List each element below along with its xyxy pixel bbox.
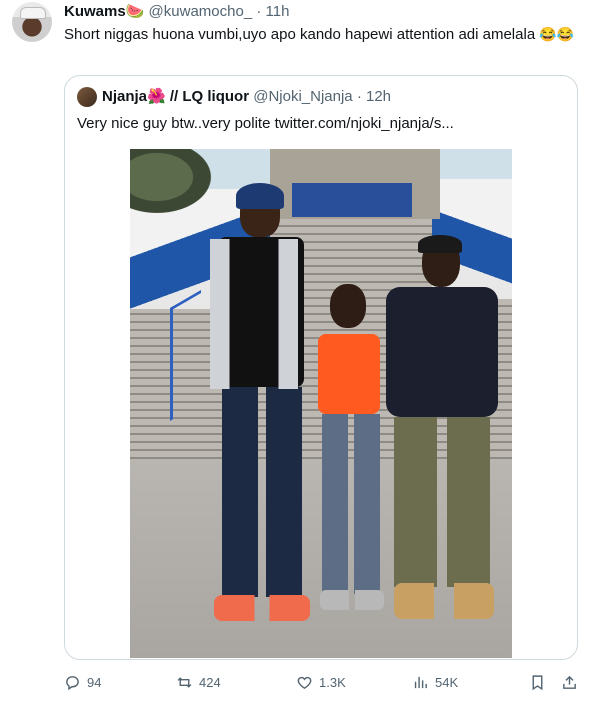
- quoted-tweet-time: 12h: [366, 88, 392, 105]
- reply-count: 94: [87, 674, 102, 690]
- quoted-author-suffix: // LQ liquor: [169, 88, 250, 105]
- person-shoes: [214, 595, 310, 621]
- quoted-tweet-photo[interactable]: [130, 149, 512, 658]
- quoted-author-name: Njanja: [102, 88, 148, 105]
- quoted-tweet-text: Very nice guy btw..very polite twitter.c…: [77, 115, 454, 132]
- watermelon-emoji: 🍉: [125, 3, 145, 20]
- laughing-emoji: 😂😂: [539, 26, 575, 42]
- avatar-cap-shape: [20, 7, 46, 19]
- retweet-count: 424: [199, 674, 221, 690]
- views-button[interactable]: 54K: [412, 672, 458, 692]
- tweet-time[interactable]: 11h: [266, 3, 290, 20]
- photo-person-cap: [380, 235, 505, 634]
- person-legs: [322, 414, 380, 594]
- person-hoodie: [210, 239, 298, 389]
- bookmark-icon: [532, 674, 543, 690]
- bookmark-button[interactable]: [529, 672, 546, 692]
- share-button[interactable]: [561, 672, 578, 692]
- photo-person-tall: [200, 183, 310, 629]
- view-count: 54K: [435, 674, 459, 690]
- tweet[interactable]: Kuwams🍉 @kuwamocho_ · 11h Short niggas h…: [0, 0, 597, 701]
- retweet-icon: [177, 676, 192, 688]
- share-icon: [563, 675, 576, 689]
- photo-building-window: [292, 183, 412, 217]
- tweet-text: Short niggas huona vumbi,uyo apo kando h…: [64, 24, 584, 45]
- person-cap: [418, 235, 462, 253]
- person-torso: [318, 334, 380, 414]
- separator-dot: ·: [356, 88, 362, 105]
- author-name[interactable]: Kuwams: [64, 3, 126, 20]
- like-count: 1.3K: [319, 674, 346, 690]
- quoted-tweet[interactable]: Njanja🌺 // LQ liquor @Njoki_Njanja · 12h…: [64, 75, 578, 660]
- person-shoes: [320, 590, 384, 610]
- author-avatar[interactable]: [12, 2, 52, 42]
- tweet-actions: 94 424 1.3K 54K: [64, 672, 584, 692]
- separator-dot: ·: [256, 3, 262, 20]
- tweet-text-content: Short niggas huona vumbi,uyo apo kando h…: [64, 26, 536, 43]
- photo-person-woman: [300, 284, 390, 634]
- retweet-button[interactable]: 424: [176, 672, 221, 692]
- quoted-author-avatar: [77, 87, 97, 107]
- quoted-author-handle: @Njoki_Njanja: [253, 88, 353, 105]
- person-hat: [236, 183, 284, 209]
- reply-button[interactable]: 94: [64, 672, 101, 692]
- reply-icon: [66, 675, 79, 690]
- person-legs: [222, 387, 302, 597]
- heart-icon: [297, 676, 312, 689]
- photo-railing: [170, 290, 201, 421]
- views-chart-icon: [414, 676, 427, 688]
- author-handle[interactable]: @kuwamocho_: [149, 3, 253, 20]
- tweet-header: Kuwams🍉 @kuwamocho_ · 11h: [64, 3, 289, 21]
- person-head: [330, 284, 366, 328]
- hibiscus-emoji: 🌺: [147, 88, 166, 105]
- person-legs: [394, 417, 490, 587]
- like-button[interactable]: 1.3K: [296, 672, 346, 692]
- quoted-tweet-header: Njanja🌺 // LQ liquor @Njoki_Njanja · 12h: [102, 88, 391, 106]
- person-torso: [386, 287, 498, 417]
- person-shoes: [394, 583, 494, 619]
